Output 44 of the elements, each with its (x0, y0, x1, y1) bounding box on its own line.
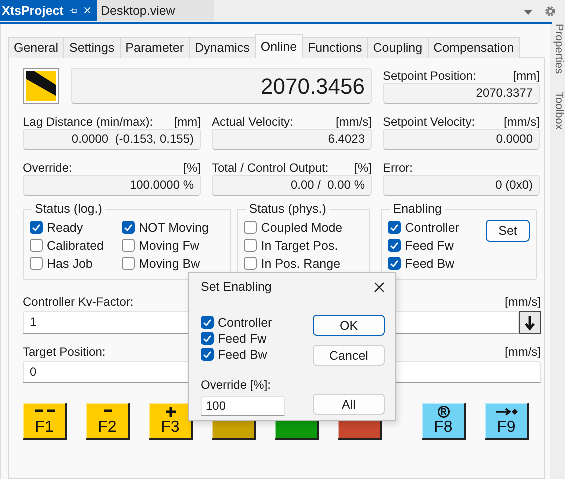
position-display: 2070.3456 (71, 68, 372, 104)
unit-label: [mm/s] (504, 114, 540, 128)
value-display: 6.4023 (212, 129, 372, 150)
checkbox-label: Calibrated (47, 238, 104, 252)
field-label: Lag Distance (min/max): (23, 114, 154, 128)
checkbox-label: Moving Fw (139, 238, 200, 252)
checkbox-label: Feed Bw (218, 348, 268, 362)
field-label: Actual Velocity: (212, 114, 294, 128)
checkbox-label: In Pos. Range (261, 256, 341, 270)
checkbox-label: Has Job (47, 256, 93, 270)
field-label: Setpoint Position: (383, 68, 476, 82)
field-label: Error: (383, 160, 413, 174)
field-label: Controller Kv-Factor: (23, 294, 134, 308)
unit-label: [%] (354, 160, 372, 174)
unit-label: [mm] (174, 114, 201, 128)
dialog-title: Set Enabling (201, 280, 272, 294)
value-display: 0.0000 (-0.153, 0.155) (23, 129, 201, 150)
checkbox-label: Moving Bw (139, 256, 200, 270)
checkbox-label: Controller (405, 220, 460, 234)
checkbox-label: Controller (218, 316, 272, 330)
value-display: 0 (0x0) (383, 175, 540, 196)
checkbox-label: In Target Pos. (261, 238, 338, 252)
group-title: Status (phys.) (248, 202, 328, 216)
group-title: Enabling (392, 202, 443, 216)
field-label: Total / Control Output: (212, 160, 329, 174)
unit-label: [mm/s] (505, 344, 541, 358)
value-display: 100.0000 % (23, 175, 201, 196)
unit-label: [mm/s] (505, 294, 541, 308)
group-title: Status (log.) (34, 202, 104, 216)
field-label: Setpoint Velocity: (383, 114, 476, 128)
unit-label: [%] (184, 160, 201, 174)
checkbox-label: NOT Moving (139, 220, 209, 234)
unit-label: [mm/s] (336, 114, 372, 128)
value-display: 0.00 / 0.00 % (212, 175, 372, 196)
field-label: Target Position: (23, 344, 106, 358)
unit-label: [mm] (513, 68, 540, 82)
checkbox-label: Feed Fw (218, 332, 267, 346)
field-label: Override: (23, 160, 72, 174)
value-display: 0.0000 (383, 129, 540, 150)
checkbox-label: Ready (47, 220, 84, 234)
value-display: 2070.3377 (383, 83, 540, 104)
checkbox-label: Feed Bw (405, 256, 455, 270)
checkbox-label: Coupled Mode (261, 220, 343, 234)
checkbox-label: Feed Fw (405, 238, 454, 252)
